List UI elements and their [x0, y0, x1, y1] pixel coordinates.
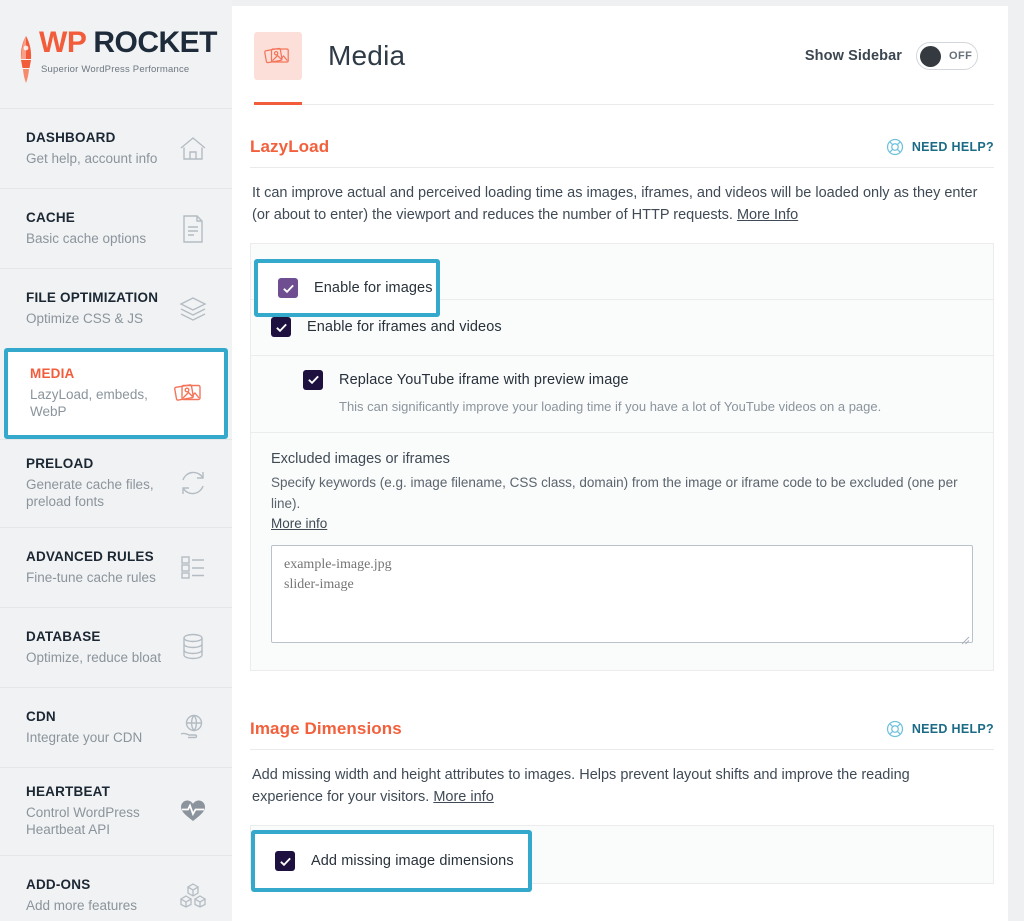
- wp-rocket-settings-page: WP ROCKET Superior WordPress Performance …: [0, 0, 1024, 921]
- sidebar-item-title: ADVANCED RULES: [26, 548, 154, 564]
- section-description: Add missing width and height attributes …: [250, 750, 985, 825]
- toggle-knob: [920, 45, 941, 67]
- sidebar-item-cache[interactable]: CACHE Basic cache options: [0, 188, 232, 268]
- sidebar-item-title: PRELOAD: [26, 455, 94, 471]
- section-header: Image Dimensions NEED HELP?: [250, 705, 994, 749]
- sidebar-item-title: CDN: [26, 708, 56, 724]
- section-gap: [250, 670, 994, 705]
- section-description-text: It can improve actual and perceived load…: [252, 185, 978, 224]
- show-sidebar-toggle[interactable]: OFF: [916, 42, 978, 70]
- option-label: Replace YouTube iframe with preview imag…: [339, 371, 629, 388]
- show-sidebar-label: Show Sidebar: [804, 48, 902, 64]
- sidebar-item-title: DASHBOARD: [26, 129, 116, 145]
- sidebar-item-media[interactable]: MEDIA LazyLoad, embeds, WebP: [4, 348, 228, 439]
- sidebar-item-heartbeat[interactable]: HEARTBEAT Control WordPress Heartbeat AP…: [0, 766, 232, 855]
- database-icon: [176, 630, 210, 664]
- main-panel-wrapper: Media Show Sidebar OFF LazyLoad NEED HEL…: [232, 0, 1024, 921]
- sidebar-item-preload[interactable]: PRELOAD Generate cache files, preload fo…: [0, 438, 232, 527]
- logo-rocket-text: ROCKET: [93, 26, 217, 59]
- more-info-link[interactable]: More info: [433, 789, 493, 805]
- sidebar-item-dashboard[interactable]: DASHBOARD Get help, account info: [0, 108, 232, 188]
- highlight-box-enable-for-images[interactable]: Enable for images: [254, 259, 440, 317]
- sidebar-item-title: CACHE: [26, 209, 76, 225]
- sidebar-item-advanced-rules[interactable]: ADVANCED RULES Fine-tune cache rules: [0, 526, 232, 607]
- refresh-icon: [176, 466, 210, 500]
- sidebar-item-subtitle: Get help, account info: [26, 150, 158, 166]
- sidebar-item-subtitle: Control WordPress Heartbeat API: [26, 804, 140, 838]
- logo-tagline: Superior WordPress Performance: [41, 64, 190, 75]
- more-info-link[interactable]: More Info: [737, 207, 798, 223]
- excluded-images-textarea[interactable]: [271, 544, 973, 643]
- excluded-title: Excluded images or iframes: [271, 451, 450, 468]
- section-description-text: Add missing width and height attributes …: [252, 766, 910, 806]
- lifebuoy-icon: [886, 138, 904, 156]
- option-help-text: This can significantly improve your load…: [339, 398, 882, 414]
- sidebar-item-subtitle: Add more features: [26, 897, 138, 913]
- settings-content: LazyLoad NEED HELP? It can improve actua…: [232, 105, 1008, 884]
- option-row-replace-youtube-iframe[interactable]: Replace YouTube iframe with preview imag…: [251, 354, 993, 433]
- option-label: Add missing image dimensions: [311, 853, 514, 869]
- excluded-textarea-wrapper: [271, 533, 973, 648]
- lifebuoy-icon: [886, 720, 904, 738]
- sidebar-item-title: HEARTBEAT: [26, 783, 111, 799]
- need-help-label: NEED HELP?: [911, 721, 994, 736]
- checkbox-replace-youtube-iframe[interactable]: [303, 369, 323, 390]
- cdn-globe-hand-icon: [176, 710, 210, 744]
- section-description: It can improve actual and perceived load…: [250, 168, 985, 243]
- sidebar-item-title: MEDIA: [30, 366, 75, 381]
- excluded-description: Specify keywords (e.g. image filename, C…: [271, 475, 958, 512]
- need-help-link[interactable]: NEED HELP?: [886, 720, 994, 738]
- option-label: Enable for iframes and videos: [307, 319, 502, 336]
- section-title: Image Dimensions: [250, 718, 402, 738]
- list-icon: [176, 550, 210, 584]
- layers-icon: [176, 292, 210, 326]
- logo: WP ROCKET Superior WordPress Performance: [0, 0, 232, 108]
- document-icon: [176, 212, 210, 246]
- page-title: Media: [328, 40, 406, 71]
- main-panel: Media Show Sidebar OFF LazyLoad NEED HEL…: [232, 6, 1008, 921]
- option-label: Enable for images: [314, 280, 433, 296]
- media-photos-icon: [254, 32, 302, 80]
- sidebar-item-title: DATABASE: [26, 628, 101, 644]
- excluded-more-info-link[interactable]: More info: [271, 516, 327, 531]
- sidebar-item-cdn[interactable]: CDN Integrate your CDN: [0, 686, 232, 767]
- sidebar-item-add-ons[interactable]: ADD-ONS Add more features: [0, 854, 232, 921]
- heart-pulse-icon: [176, 794, 210, 828]
- sidebar-item-subtitle: Basic cache options: [26, 230, 147, 246]
- home-icon: [176, 132, 210, 166]
- checkbox-add-missing-image-dimensions[interactable]: [275, 851, 295, 871]
- photos-icon: [172, 376, 206, 410]
- section-header: LazyLoad NEED HELP?: [250, 105, 994, 167]
- sidebar-item-subtitle: Fine-tune cache rules: [26, 569, 156, 585]
- need-help-link[interactable]: NEED HELP?: [886, 138, 994, 156]
- excluded-images-block: Excluded images or iframes Specify keywo…: [251, 432, 993, 670]
- sidebar-item-file-optimization[interactable]: FILE OPTIMIZATION Optimize CSS & JS: [0, 268, 232, 348]
- header-controls: Show Sidebar OFF: [805, 42, 978, 70]
- sidebar-item-title: ADD-ONS: [26, 876, 91, 892]
- sidebar: WP ROCKET Superior WordPress Performance …: [0, 0, 232, 921]
- page-header: Media Show Sidebar OFF: [232, 6, 1008, 80]
- sidebar-item-subtitle: LazyLoad, embeds, WebP: [30, 386, 148, 420]
- sidebar-item-title: FILE OPTIMIZATION: [26, 289, 159, 305]
- highlight-box-add-missing-image-dimensions[interactable]: Add missing image dimensions: [251, 830, 532, 892]
- sidebar-item-database[interactable]: DATABASE Optimize, reduce bloat: [0, 606, 232, 687]
- sidebar-item-subtitle: Integrate your CDN: [26, 729, 143, 745]
- section-lazyload: LazyLoad NEED HELP? It can improve actua…: [250, 105, 994, 671]
- sidebar-item-subtitle: Optimize CSS & JS: [26, 310, 144, 326]
- toggle-state-label: OFF: [949, 50, 973, 62]
- section-title: LazyLoad: [250, 137, 330, 156]
- rocket-icon: [15, 34, 37, 86]
- sidebar-nav: DASHBOARD Get help, account info CACHE B…: [0, 108, 232, 921]
- sidebar-item-subtitle: Generate cache files, preload fonts: [26, 476, 154, 510]
- need-help-label: NEED HELP?: [911, 140, 994, 154]
- logo-wp-text: WP: [39, 26, 87, 59]
- cubes-icon: [176, 878, 210, 912]
- checkbox-enable-for-images[interactable]: [278, 278, 298, 298]
- sidebar-item-subtitle: Optimize, reduce bloat: [26, 649, 162, 665]
- checkbox-enable-for-iframes-and-videos[interactable]: [271, 317, 291, 338]
